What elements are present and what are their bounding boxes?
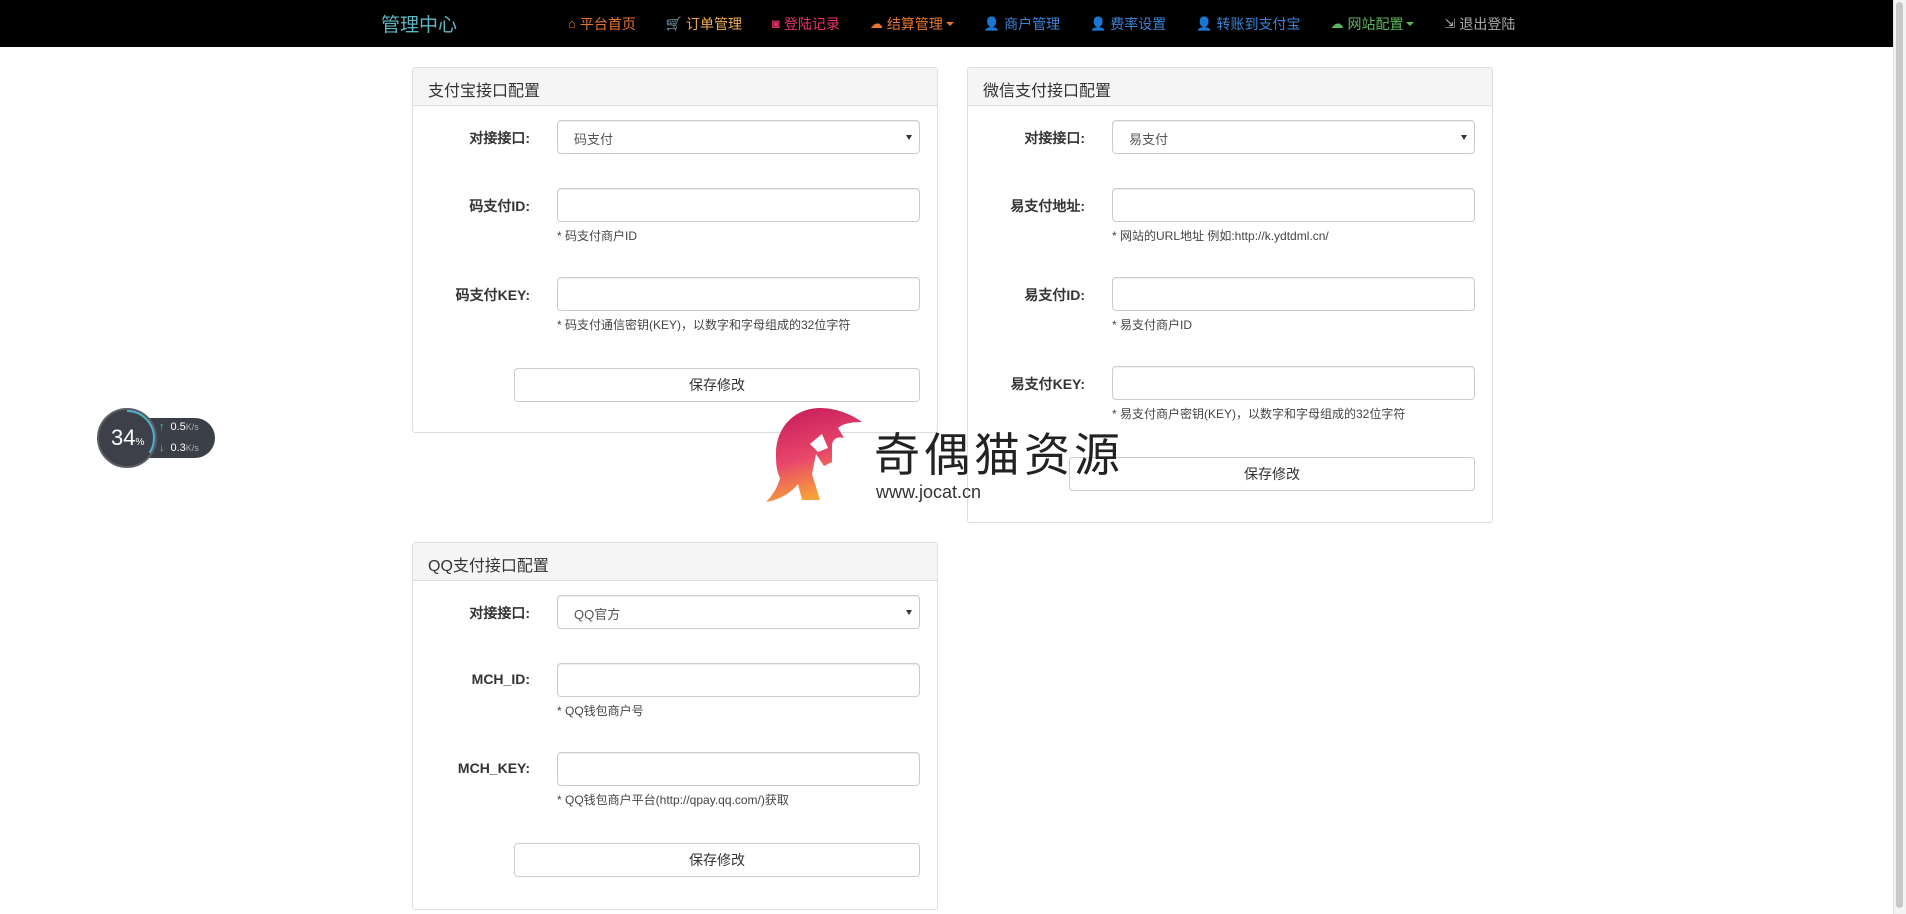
nav-item-label: 商户管理 (1004, 15, 1061, 32)
epay-key-input[interactable] (1112, 366, 1475, 400)
interface-label: 对接接口: (1024, 130, 1085, 146)
nav-menu: ⌂ 平台首页 🛒 订单管理 ◙ 登陆记录 ☁ 结算管理 👤 商户管理 👤 费率设置 👤 转账到支付宝 ☁ 网站… (568, 0, 1545, 47)
selected-value: 码支付 (574, 132, 614, 147)
cart-icon: 🛒 (665, 15, 683, 31)
arrow-up-icon: ↑ (159, 421, 165, 433)
codepay-key-label: 码支付KEY: (455, 287, 530, 303)
nav-item-label: 平台首页 (579, 15, 636, 32)
watermark-text: 奇偶猫资源 (874, 428, 1124, 482)
caret-down-icon (945, 21, 954, 26)
nav-item-label: 结算管理 (886, 15, 943, 32)
cloud-icon: ☁ (1330, 15, 1344, 31)
nav-item-0[interactable]: ⌂ 平台首页 (568, 14, 636, 34)
usage-gauge: 34% (97, 408, 157, 468)
brand-title[interactable]: 管理中心 (381, 10, 457, 37)
nav-item-6[interactable]: 👤 转账到支付宝 (1196, 14, 1300, 34)
epay-key-help: * 易支付商户密钥(KEY)，以数字和字母组成的32位字符 (1112, 407, 1406, 421)
caret-down-icon (1406, 21, 1415, 26)
user-icon: 👤 (1196, 15, 1213, 31)
watermark-url: www.jocat.cn (876, 482, 982, 502)
alipay-interface-select[interactable]: 码支付 (557, 120, 920, 154)
top-navbar: 管理中心 ⌂ 平台首页 🛒 订单管理 ◙ 登陆记录 ☁ 结算管理 👤 商户管理 👤 费率设置 👤 转账到支… (0, 0, 1894, 47)
mch-key-input[interactable] (557, 752, 920, 786)
nav-item-label: 订单管理 (686, 15, 743, 32)
download-speed: ↓ 0.3K/s (159, 442, 199, 454)
qq-save-button[interactable]: 保存修改 (514, 843, 920, 877)
codepay-key-help: * 码支付通信密钥(KEY)，以数字和字母组成的32位字符 (557, 318, 851, 332)
codepay-id-input[interactable] (557, 188, 920, 222)
mch-id-input[interactable] (557, 663, 920, 697)
alipay-config-panel: 支付宝接口配置 对接接口: 码支付 码支付ID: * 码支付商户ID 码支付KE… (412, 67, 938, 433)
wechat-save-button[interactable]: 保存修改 (1069, 457, 1475, 491)
mch-id-help: * QQ钱包商户号 (557, 704, 644, 718)
user-icon: 👤 (983, 15, 1001, 31)
epay-id-help: * 易支付商户ID (1112, 318, 1193, 332)
selected-value: 易支付 (1129, 132, 1169, 147)
wechat-interface-select[interactable]: 易支付 (1112, 120, 1475, 154)
spartan-helmet-logo-icon (766, 408, 862, 502)
epay-url-help: * 网站的URL地址 例如:http://k.ydtdml.cn/ (1112, 229, 1329, 243)
qq-config-panel: QQ支付接口配置 对接接口: QQ官方 MCH_ID: * QQ钱包商户号 MC… (412, 542, 938, 910)
nav-item-label: 退出登陆 (1459, 15, 1516, 32)
camera-icon: ◙ (772, 16, 780, 31)
interface-label: 对接接口: (469, 605, 530, 621)
nav-item-label: 网站配置 (1347, 15, 1404, 32)
arrow-down-icon: ↓ (159, 442, 165, 454)
qq-interface-select[interactable]: QQ官方 (557, 595, 920, 629)
panel-title: QQ支付接口配置 (413, 543, 937, 581)
nav-item-5[interactable]: 👤 费率设置 (1090, 14, 1166, 34)
watermark: 奇偶猫资源 www.jocat.cn (758, 404, 1120, 507)
nav-item-label: 转账到支付宝 (1216, 15, 1301, 32)
nav-item-2[interactable]: ◙ 登陆记录 (772, 14, 840, 34)
scrollbar-thumb[interactable] (1896, 2, 1903, 908)
chevron-down-icon (906, 135, 912, 140)
usage-percent: 34% (111, 425, 145, 450)
codepay-id-help: * 码支付商户ID (557, 229, 638, 243)
epay-id-label: 易支付ID: (1024, 287, 1085, 303)
cloud-icon: ☁ (869, 15, 883, 31)
epay-id-input[interactable] (1112, 277, 1475, 311)
nav-item-label: 费率设置 (1110, 15, 1167, 32)
nav-item-7[interactable]: ☁ 网站配置 (1330, 14, 1415, 34)
panel-title: 支付宝接口配置 (413, 68, 937, 106)
epay-url-label: 易支付地址: (1010, 198, 1085, 214)
logout-icon: ⇲ (1444, 15, 1456, 31)
page-scrollbar[interactable] (1893, 0, 1906, 914)
codepay-key-input[interactable] (557, 277, 920, 311)
interface-label: 对接接口: (469, 130, 530, 146)
panel-title: 微信支付接口配置 (968, 68, 1492, 106)
selected-value: QQ官方 (574, 607, 621, 622)
home-icon: ⌂ (568, 16, 576, 31)
codepay-id-label: 码支付ID: (469, 198, 530, 214)
nav-item-8[interactable]: ⇲ 退出登陆 (1444, 14, 1515, 34)
epay-key-label: 易支付KEY: (1010, 376, 1085, 392)
upload-speed: ↑ 0.5K/s (159, 421, 199, 433)
epay-url-input[interactable] (1112, 188, 1475, 222)
nav-item-3[interactable]: ☁ 结算管理 (870, 14, 954, 34)
nav-item-1[interactable]: 🛒 订单管理 (666, 14, 742, 34)
alipay-save-button[interactable]: 保存修改 (514, 368, 920, 402)
chevron-down-icon (906, 610, 912, 615)
nav-item-label: 登陆记录 (783, 15, 840, 32)
mch-key-help: * QQ钱包商户平台(http://qpay.qq.com/)获取 (557, 793, 789, 807)
user-icon: 👤 (1090, 15, 1107, 31)
chevron-down-icon (1461, 135, 1467, 140)
mch-id-label: MCH_ID: (471, 671, 530, 687)
mch-key-label: MCH_KEY: (457, 760, 530, 776)
nav-item-4[interactable]: 👤 商户管理 (984, 14, 1060, 34)
